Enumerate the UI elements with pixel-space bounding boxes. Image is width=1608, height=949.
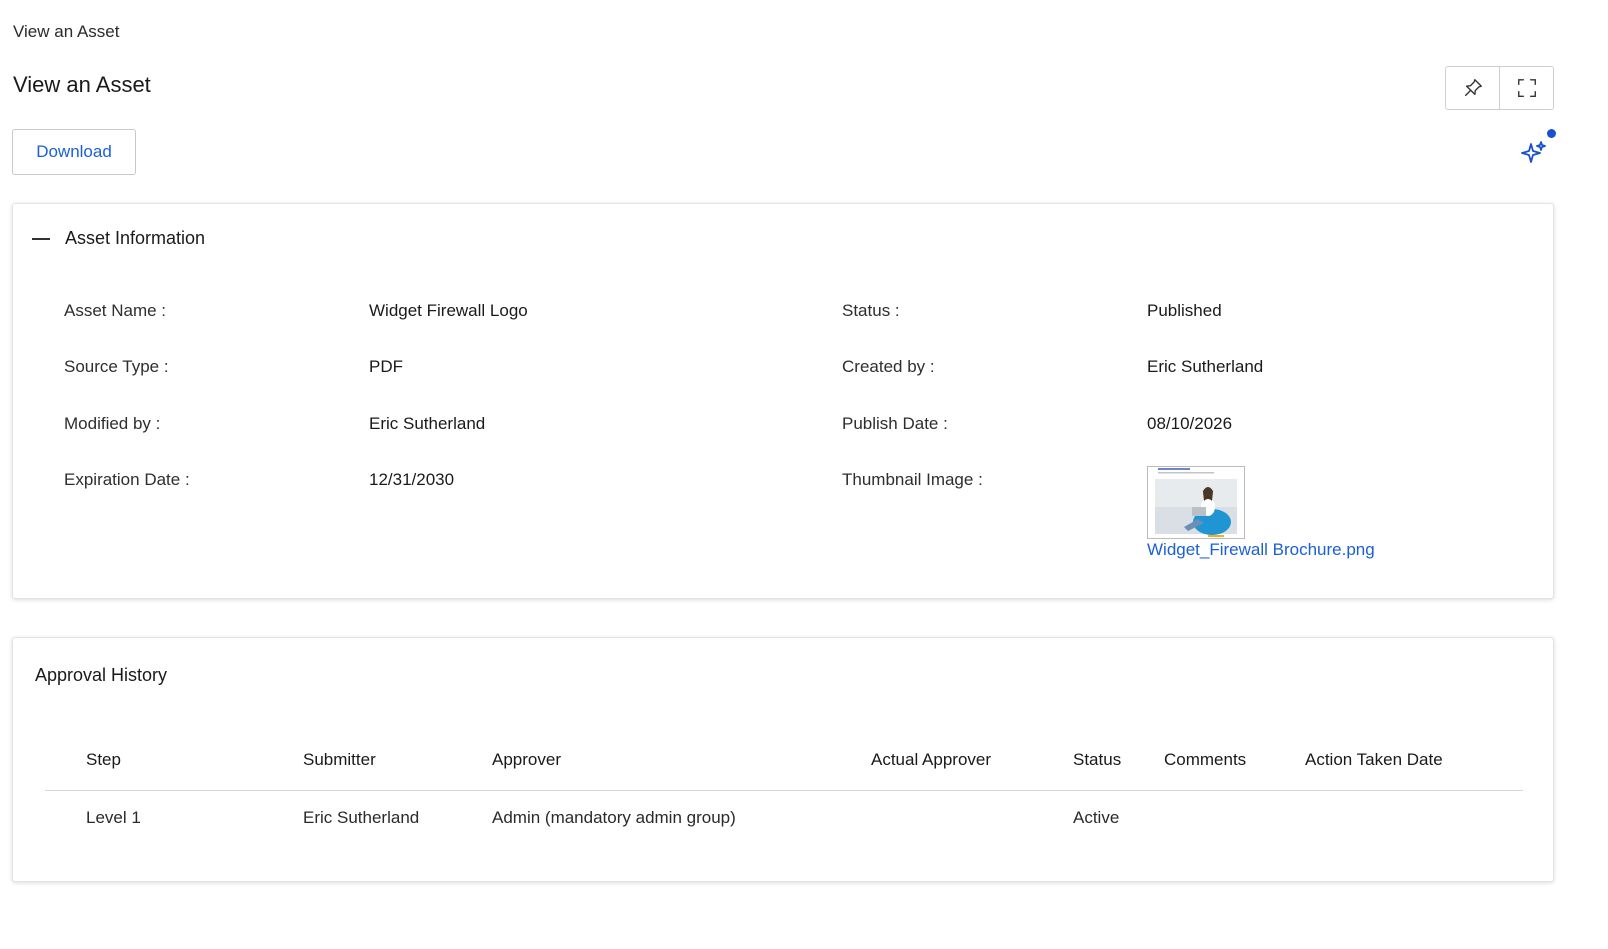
breadcrumb: View an Asset (13, 22, 120, 41)
publish-date-value: 08/10/2026 (1147, 414, 1233, 433)
column-header-step: Step (86, 750, 121, 769)
cell-submitter: Eric Sutherland (303, 808, 420, 827)
notification-dot (1547, 129, 1556, 138)
asset-name-label: Asset Name : (64, 301, 167, 320)
column-header-status: Status (1073, 750, 1122, 769)
thumbnail-file-link[interactable]: Widget_Firewall Brochure.png (1147, 540, 1375, 560)
pin-button[interactable] (1446, 67, 1499, 109)
asset-information-card: Asset Information Asset Name : Widget Fi… (12, 203, 1554, 599)
page-title: View an Asset (13, 72, 151, 97)
fullscreen-button[interactable] (1499, 67, 1553, 109)
column-header-approver: Approver (492, 750, 561, 769)
cell-status: Active (1073, 808, 1120, 827)
expiration-date-value: 12/31/2030 (369, 470, 455, 489)
expand-icon (1517, 79, 1536, 97)
collapse-icon[interactable] (32, 237, 50, 240)
source-type-label: Source Type : (64, 357, 169, 376)
section-title: Asset Information (65, 228, 206, 248)
modified-by-label: Modified by : (64, 414, 161, 433)
thumbnail-image-label: Thumbnail Image : (842, 470, 983, 489)
source-type-value: PDF (369, 357, 403, 376)
download-button[interactable]: Download (12, 129, 136, 175)
created-by-label: Created by : (842, 357, 935, 376)
view-actions-group (1445, 66, 1554, 110)
brochure-thumbnail-graphic (1148, 467, 1244, 538)
publish-date-label: Publish Date : (842, 414, 948, 433)
cell-approver: Admin (mandatory admin group) (492, 808, 736, 827)
modified-by-value: Eric Sutherland (369, 414, 486, 433)
column-header-submitter: Submitter (303, 750, 376, 769)
sparkle-icon[interactable] (1521, 140, 1547, 166)
created-by-value: Eric Sutherland (1147, 357, 1264, 376)
status-label: Status : (842, 301, 900, 320)
thumbnail-image[interactable] (1147, 466, 1245, 539)
approval-history-card: Approval History Step Submitter Approver… (12, 637, 1554, 882)
asset-information-header[interactable]: Asset Information (32, 228, 205, 249)
column-header-action-taken-date: Action Taken Date (1305, 750, 1443, 769)
column-header-actual-approver: Actual Approver (871, 750, 992, 769)
asset-name-value: Widget Firewall Logo (369, 301, 528, 320)
approval-history-title: Approval History (35, 665, 168, 685)
table-header-divider (45, 790, 1523, 791)
expiration-date-label: Expiration Date : (64, 470, 190, 489)
cell-step: Level 1 (86, 808, 141, 827)
status-value: Published (1147, 301, 1222, 320)
column-header-comments: Comments (1164, 750, 1247, 769)
pin-icon (1464, 79, 1482, 97)
